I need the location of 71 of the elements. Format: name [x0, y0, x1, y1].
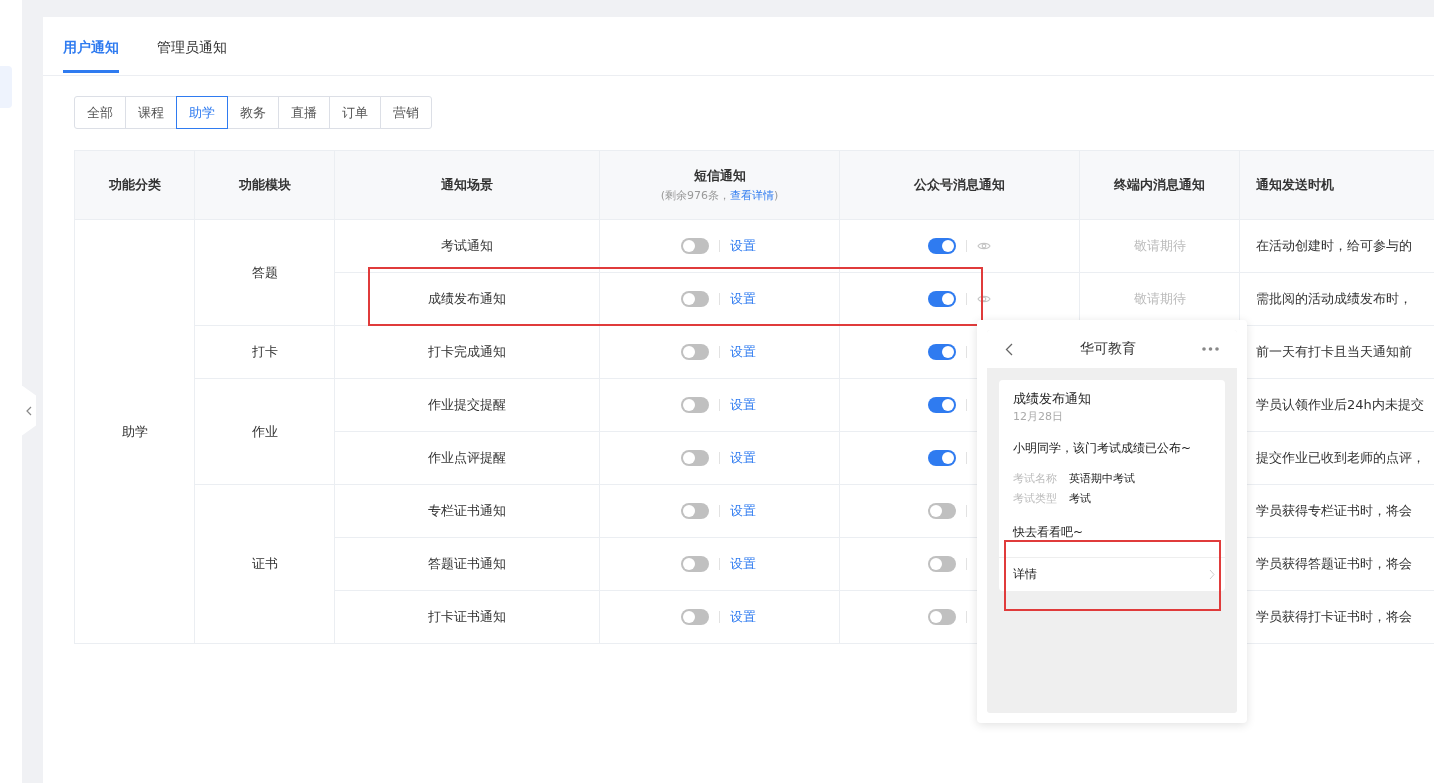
- filter-tab[interactable]: 课程: [125, 96, 177, 129]
- chevron-right-icon: [1209, 569, 1215, 580]
- settings-link[interactable]: 设置: [730, 555, 758, 573]
- details-link[interactable]: 详情: [1013, 566, 1037, 583]
- field-value: 英语期中考试: [1069, 471, 1135, 486]
- settings-link[interactable]: 设置: [730, 237, 758, 255]
- toggle-switch[interactable]: [928, 238, 956, 254]
- table-cell: 作业点评提醒: [334, 431, 600, 485]
- table-cell: 助学: [74, 219, 195, 644]
- toggle-switch[interactable]: [928, 450, 956, 466]
- message-text: 快去看看吧~: [1012, 524, 1085, 541]
- toggle-switch[interactable]: [928, 291, 956, 307]
- toggle-switch[interactable]: [928, 609, 956, 625]
- tab[interactable]: 管理员通知: [157, 17, 227, 73]
- toggle-switch[interactable]: [928, 503, 956, 519]
- toggle-switch[interactable]: [928, 556, 956, 572]
- toggle-switch[interactable]: [928, 397, 956, 413]
- field-label: 考试类型: [1013, 491, 1057, 506]
- column-header: 终端内消息通知: [1079, 150, 1240, 220]
- table-cell: 作业: [194, 378, 335, 485]
- settings-link[interactable]: 设置: [730, 290, 758, 308]
- column-header: 短信通知: [692, 167, 747, 185]
- toggle-switch[interactable]: [681, 450, 709, 466]
- filter-tab[interactable]: 助学: [176, 96, 228, 129]
- toggle-switch[interactable]: [681, 344, 709, 360]
- sms-quota-note: (剩余976条，查看详情): [659, 188, 780, 203]
- settings-link[interactable]: 设置: [730, 502, 758, 520]
- settings-link[interactable]: 设置: [730, 396, 758, 414]
- column-header: 功能分类: [74, 150, 195, 220]
- chevron-left-icon: [26, 405, 32, 416]
- more-icon[interactable]: [1202, 347, 1219, 351]
- table-cell: 证书: [194, 484, 335, 644]
- message-text: 小明同学，该门考试成绩已公布~: [1012, 440, 1193, 457]
- tab[interactable]: 用户通知: [63, 17, 119, 73]
- column-header: 通知场景: [334, 150, 600, 220]
- table-cell: 考试通知: [334, 219, 600, 273]
- table-cell: 敬请期待: [1079, 219, 1240, 273]
- toggle-switch[interactable]: [681, 556, 709, 572]
- table-cell: 打卡: [194, 325, 335, 379]
- phone-title: 华可教育: [1079, 340, 1136, 358]
- message-date: 12月28日: [1012, 409, 1064, 424]
- toggle-switch[interactable]: [681, 291, 709, 307]
- table-cell: 打卡证书通知: [334, 590, 600, 644]
- toggle-switch[interactable]: [681, 238, 709, 254]
- table-cell: 专栏证书通知: [334, 484, 600, 538]
- filter-tab[interactable]: 订单: [329, 96, 381, 129]
- settings-link[interactable]: 设置: [730, 343, 758, 361]
- field-label: 考试名称: [1013, 471, 1057, 486]
- details-link[interactable]: 查看详情: [730, 189, 774, 202]
- table-cell: 答题: [194, 219, 335, 326]
- table-cell: 答题证书通知: [334, 537, 600, 591]
- settings-link[interactable]: 设置: [730, 608, 758, 626]
- field-value: 考试: [1069, 491, 1091, 506]
- table-cell: 成绩发布通知: [334, 272, 600, 326]
- filter-tab[interactable]: 直播: [278, 96, 330, 129]
- back-icon[interactable]: [1005, 342, 1013, 356]
- column-header: 功能模块: [194, 150, 335, 220]
- toggle-switch[interactable]: [928, 344, 956, 360]
- filter-tab[interactable]: 教务: [227, 96, 279, 129]
- table-cell: 作业提交提醒: [334, 378, 600, 432]
- eye-icon[interactable]: [977, 294, 991, 304]
- column-header: 公众号消息通知: [839, 150, 1080, 220]
- table-cell: 打卡完成通知: [334, 325, 600, 379]
- toggle-switch[interactable]: [681, 609, 709, 625]
- settings-link[interactable]: 设置: [730, 449, 758, 467]
- toggle-switch[interactable]: [681, 397, 709, 413]
- message-title: 成绩发布通知: [1012, 390, 1092, 408]
- toggle-switch[interactable]: [681, 503, 709, 519]
- filter-tab[interactable]: 营销: [380, 96, 432, 129]
- column-header: 通知发送时机: [1239, 150, 1434, 220]
- filter-tab[interactable]: 全部: [74, 96, 126, 129]
